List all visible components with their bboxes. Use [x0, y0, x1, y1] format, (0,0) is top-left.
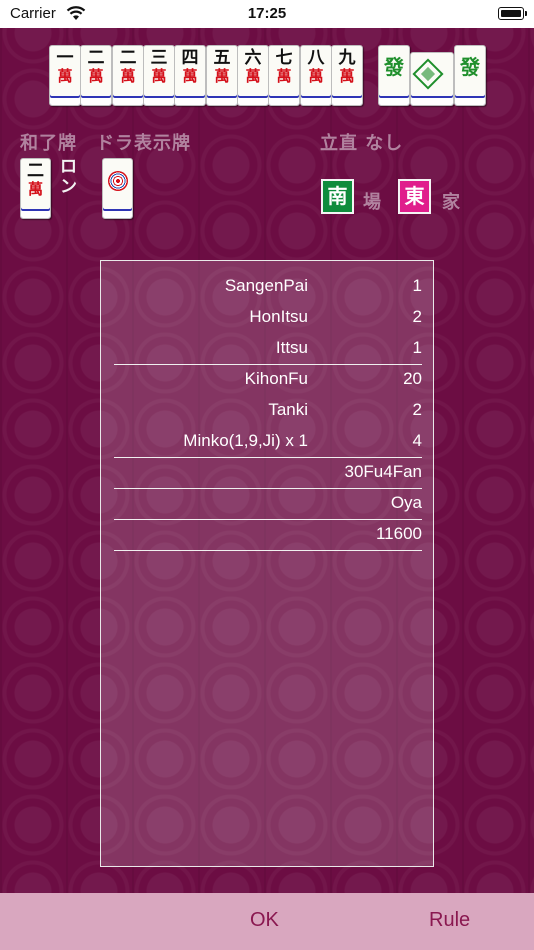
yaku-row: HonItsu 2: [114, 302, 422, 333]
fu-row: KihonFu 20: [114, 364, 422, 395]
tile-back-icon: [412, 58, 444, 90]
dealer-status: Oya: [114, 488, 422, 520]
yaku-value: 1: [412, 338, 422, 357]
hand-tile: 七萬: [268, 45, 300, 106]
fu-name: KihonFu: [244, 369, 308, 388]
meld-tile: 發: [378, 45, 410, 106]
fu-name: Tanki: [268, 400, 308, 419]
seat-wind-label: 家: [442, 192, 460, 213]
seat-wind-badge: 東: [398, 179, 431, 214]
yaku-name: HonItsu: [249, 307, 308, 326]
hand-tile: 二萬: [112, 45, 144, 106]
status-bar: Carrier 17:25: [0, 0, 534, 28]
fu-row: Tanki 2: [114, 395, 422, 426]
meld-tile-face-down: [410, 52, 454, 106]
hand-tile: 四萬: [174, 45, 206, 106]
round-wind-label: 場: [363, 192, 381, 213]
yaku-row: SangenPai 1: [114, 271, 422, 302]
yaku-value: 2: [412, 307, 422, 326]
yaku-name: SangenPai: [224, 276, 308, 295]
round-wind-badge: 南: [321, 179, 354, 214]
hand-tile: 三萬: [143, 45, 175, 106]
riichi-status-label: 立直 なし: [320, 133, 404, 154]
clock: 17:25: [247, 5, 287, 22]
fu-value: 2: [412, 400, 422, 419]
fu-name: Minko(1,9,Ji) x 1: [183, 431, 308, 450]
dora-indicator-tile: [102, 158, 133, 219]
hand-tile: 八萬: [300, 45, 332, 106]
fu-fan-summary: 30Fu4Fan: [114, 457, 422, 489]
yaku-name: Ittsu: [275, 338, 308, 357]
bottom-toolbar: OK Rule: [0, 893, 534, 950]
score-panel: SangenPai 1 HonItsu 2 Ittsu 1 KihonFu 20…: [100, 260, 434, 867]
hand-tile: 一萬: [49, 45, 81, 106]
battery-icon: [498, 7, 527, 20]
fu-row: Minko(1,9,Ji) x 1 4: [114, 426, 422, 458]
winning-tile: 二 萬: [20, 158, 51, 219]
fu-value: 20: [403, 369, 422, 388]
hand-tile: 九萬: [331, 45, 363, 106]
hand-tile: 二萬: [80, 45, 112, 106]
yaku-row: Ittsu 1: [114, 333, 422, 365]
ok-button[interactable]: OK: [250, 909, 279, 932]
yaku-value: 1: [412, 276, 422, 295]
fu-value: 4: [412, 431, 422, 450]
dora-indicator-label: ドラ表示牌: [96, 133, 191, 154]
rule-button[interactable]: Rule: [429, 909, 470, 932]
pin-circle-icon: [108, 171, 128, 191]
total-points: 11600: [114, 519, 422, 551]
hand-tile: 五萬: [206, 45, 238, 106]
winning-tile-label: 和了牌: [20, 133, 77, 154]
ron-label: ロン: [60, 157, 77, 197]
hand-tile: 六萬: [237, 45, 269, 106]
meld-tile: 發: [454, 45, 486, 106]
